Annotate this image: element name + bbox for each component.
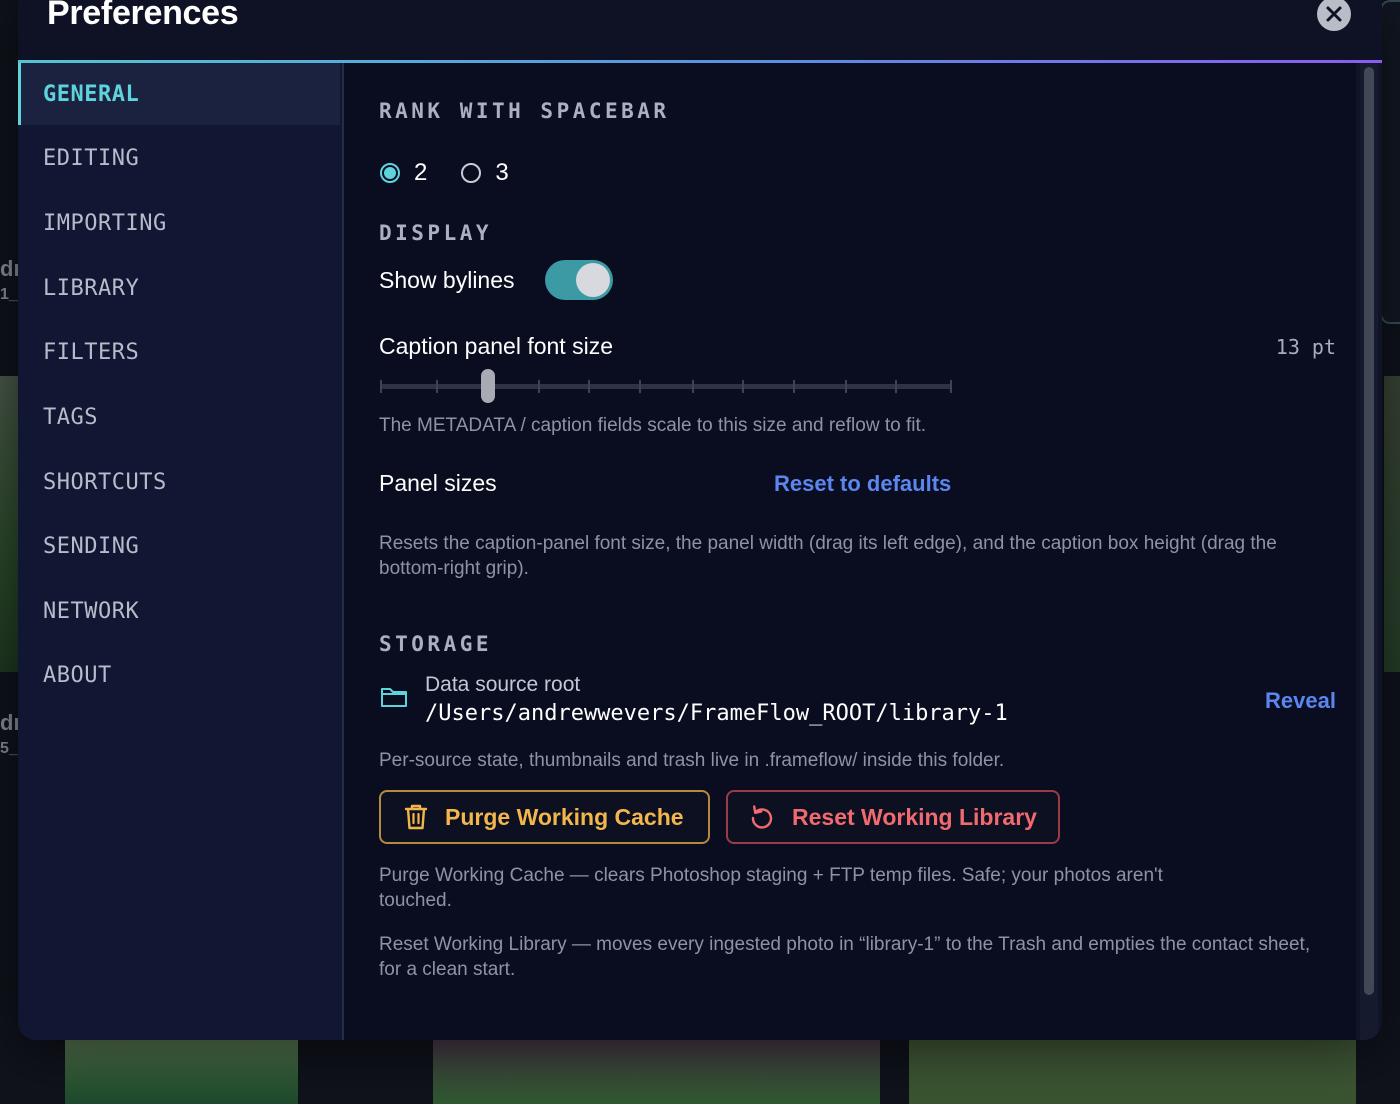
background-fragment: 1_: [0, 286, 18, 303]
reset-button-label: Reset Working Library: [792, 803, 1037, 830]
sidebar-item-about[interactable]: ABOUT: [18, 644, 340, 706]
trash-icon: [403, 803, 429, 831]
purge-button-label: Purge Working Cache: [445, 803, 684, 830]
folder-icon: [381, 688, 407, 707]
rank-radio-group: 2 3: [380, 159, 543, 187]
sidebar-item-sending[interactable]: SENDING: [18, 515, 340, 577]
sidebar-item-tags[interactable]: TAGS: [18, 386, 340, 448]
background-photo: [0, 376, 18, 672]
background-photo: [65, 1040, 298, 1104]
slider-tick: [793, 380, 795, 393]
reveal-link[interactable]: Reveal: [1265, 688, 1336, 714]
font-size-help: The METADATA / caption fields scale to t…: [379, 415, 927, 436]
background-photo: [433, 1040, 880, 1104]
background-photo: [1384, 376, 1400, 672]
panel-sizes-help: Resets the caption-panel font size, the …: [379, 533, 1277, 579]
panel-sizes-label: Panel sizes: [379, 470, 497, 496]
reset-help: Reset Working Library — moves every inge…: [379, 934, 1311, 980]
background-photo: [909, 1040, 1356, 1104]
data-source-path: /Users/andrewwevers/FrameFlow_ROOT/libra…: [425, 701, 1008, 726]
rank-section-heading: RANK WITH SPACEBAR: [379, 99, 670, 123]
preferences-sidebar: GENERAL EDITING IMPORTING LIBRARY FILTER…: [18, 63, 344, 1040]
slider-tick: [845, 380, 847, 393]
slider-tick: [538, 380, 540, 393]
display-section-heading: DISPLAY: [379, 221, 493, 245]
slider-tick: [895, 380, 897, 393]
close-button[interactable]: [1317, 0, 1351, 31]
rank-option-label: 2: [414, 159, 428, 186]
sidebar-item-library[interactable]: LIBRARY: [18, 257, 340, 319]
rank-option-2[interactable]: 2: [380, 159, 427, 187]
sidebar-item-network[interactable]: NETWORK: [18, 580, 340, 642]
font-size-label: Caption panel font size: [379, 333, 613, 359]
show-bylines-label: Show bylines: [379, 267, 515, 293]
font-size-value: 13 pt: [1275, 335, 1336, 359]
general-settings-panel: RANK WITH SPACEBAR 2 3 DISPLAY Show byli…: [344, 63, 1378, 1040]
sidebar-item-importing[interactable]: IMPORTING: [18, 192, 340, 254]
toggle-knob: [576, 263, 610, 297]
dialog-header: Preferences: [18, 0, 1382, 62]
preferences-dialog: Preferences GENERAL EDITING IMPORTING LI…: [18, 0, 1382, 1040]
sidebar-item-filters[interactable]: FILTERS: [18, 321, 340, 383]
dialog-title: Preferences: [47, 0, 239, 32]
sidebar-item-shortcuts[interactable]: SHORTCUTS: [18, 451, 340, 513]
data-source-help: Per-source state, thumbnails and trash l…: [379, 750, 1005, 771]
reset-icon: [748, 803, 776, 831]
sidebar-item-general[interactable]: GENERAL: [18, 63, 340, 125]
background-fragment: 5_: [0, 740, 18, 757]
font-size-slider[interactable]: [380, 368, 952, 404]
reset-working-library-button[interactable]: Reset Working Library: [726, 790, 1060, 844]
radio-unselected-icon: [461, 163, 482, 183]
slider-track: [380, 384, 952, 389]
reset-defaults-link[interactable]: Reset to defaults: [774, 471, 951, 497]
storage-section-heading: STORAGE: [379, 632, 493, 656]
data-source-label: Data source root: [425, 673, 581, 696]
purge-help: Purge Working Cache — clears Photoshop s…: [379, 865, 1163, 911]
slider-tick: [639, 380, 641, 393]
rank-option-label: 3: [495, 159, 509, 186]
close-icon: [1326, 6, 1342, 22]
slider-tick: [742, 380, 744, 393]
sidebar-item-editing[interactable]: EDITING: [18, 127, 340, 189]
slider-thumb[interactable]: [481, 369, 495, 403]
slider-tick: [380, 380, 382, 393]
radio-selected-icon: [380, 163, 400, 183]
slider-tick: [692, 380, 694, 393]
rank-option-3[interactable]: 3: [461, 159, 509, 187]
purge-working-cache-button[interactable]: Purge Working Cache: [379, 790, 710, 844]
slider-tick: [436, 380, 438, 393]
background-panel-edge: [1380, 0, 1400, 324]
slider-tick: [950, 380, 952, 393]
scrollbar-thumb[interactable]: [1364, 67, 1374, 995]
slider-tick: [588, 380, 590, 393]
show-bylines-toggle[interactable]: [545, 260, 613, 300]
